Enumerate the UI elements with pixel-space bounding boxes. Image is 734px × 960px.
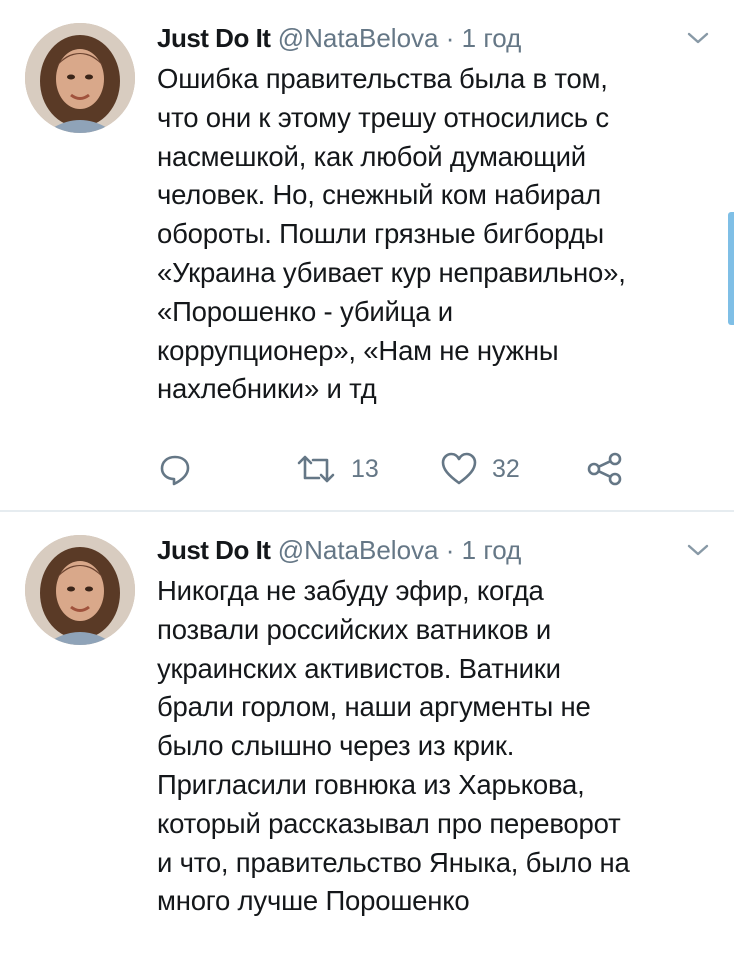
share-icon bbox=[587, 452, 622, 486]
tweet-text: Никогда не забуду эфир, когда позвали ро… bbox=[157, 575, 630, 917]
author-handle[interactable]: @NataBelova bbox=[278, 535, 439, 565]
tweet-text: Ошибка правительства была в том, что они… bbox=[157, 63, 626, 405]
timestamp[interactable]: 1 год bbox=[462, 23, 522, 53]
author-name[interactable]: Just Do It bbox=[157, 23, 271, 53]
chevron-down-icon[interactable] bbox=[686, 30, 710, 46]
separator-dot: · bbox=[445, 535, 455, 565]
tweet[interactable]: Just Do It @NataBelova · 1 год Ошибка пр… bbox=[0, 0, 734, 510]
avatar[interactable] bbox=[25, 535, 135, 645]
timestamp[interactable]: 1 год bbox=[462, 535, 522, 565]
heart-icon bbox=[441, 452, 477, 485]
like-count: 32 bbox=[492, 454, 520, 483]
avatar-photo bbox=[25, 23, 135, 133]
chevron-down-icon[interactable] bbox=[686, 542, 710, 558]
author-handle[interactable]: @NataBelova bbox=[278, 23, 439, 53]
scrollbar[interactable] bbox=[728, 212, 734, 325]
avatar-photo bbox=[25, 535, 135, 645]
tweet-actions: 13 32 bbox=[157, 449, 657, 489]
retweet-button[interactable]: 13 bbox=[295, 449, 379, 489]
share-button[interactable] bbox=[585, 449, 625, 489]
like-button[interactable]: 32 bbox=[440, 449, 520, 489]
avatar[interactable] bbox=[25, 23, 135, 133]
tweet-header: Just Do It @NataBelova · 1 год bbox=[157, 20, 521, 56]
reply-icon bbox=[160, 455, 190, 486]
retweet-count: 13 bbox=[351, 454, 379, 483]
author-name[interactable]: Just Do It bbox=[157, 535, 271, 565]
retweet-icon bbox=[297, 455, 335, 483]
tweet-header: Just Do It @NataBelova · 1 год bbox=[157, 532, 521, 568]
tweet[interactable]: Just Do It @NataBelova · 1 год Никогда н… bbox=[0, 512, 734, 960]
separator-dot: · bbox=[445, 23, 455, 53]
reply-button[interactable] bbox=[157, 449, 193, 489]
